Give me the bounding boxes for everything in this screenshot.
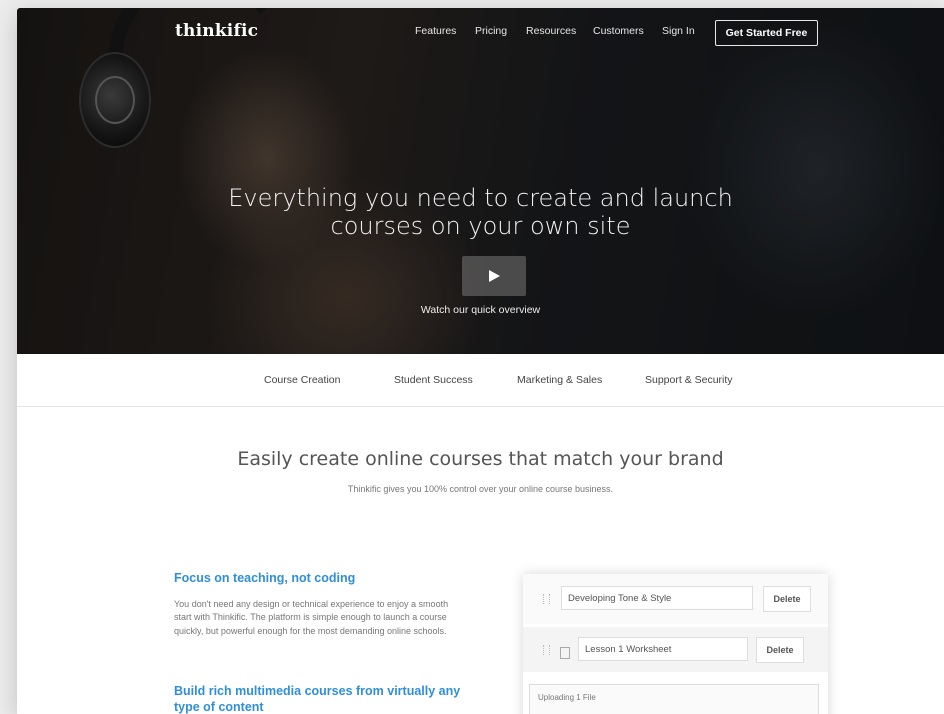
tab-course-creation[interactable]: Course Creation bbox=[264, 374, 340, 386]
delete-button[interactable]: Delete bbox=[756, 637, 804, 663]
upload-dropzone[interactable]: Uploading 1 File bbox=[529, 684, 819, 714]
headphone-graphic bbox=[79, 52, 151, 148]
headphone-ring bbox=[95, 76, 135, 124]
lesson-title-field[interactable]: Developing Tone & Style bbox=[561, 586, 753, 610]
get-started-free-button[interactable]: Get Started Free bbox=[715, 20, 818, 46]
lesson-title-field[interactable]: Lesson 1 Worksheet bbox=[578, 637, 748, 661]
nav-customers[interactable]: Customers bbox=[593, 25, 644, 37]
section-title: Easily create online courses that match … bbox=[237, 448, 724, 470]
thinkific-logo[interactable]: thinkific bbox=[175, 21, 258, 41]
drag-handle-icon[interactable] bbox=[543, 645, 550, 655]
drag-handle-icon[interactable] bbox=[543, 594, 550, 604]
course-editor-preview: Developing Tone & Style Delete Lesson 1 … bbox=[523, 574, 828, 714]
nav-resources[interactable]: Resources bbox=[526, 25, 576, 37]
feature-body-teaching: You don't need any design or technical e… bbox=[174, 599, 449, 636]
feature-heading-multimedia: Build rich multimedia courses from virtu… bbox=[174, 684, 461, 714]
nav-pricing[interactable]: Pricing bbox=[475, 25, 507, 37]
delete-button[interactable]: Delete bbox=[763, 586, 811, 612]
watch-overview-link[interactable]: Watch our quick overview bbox=[17, 304, 944, 316]
hero-title: Everything you need to create and launch… bbox=[228, 184, 733, 240]
nav-sign-in[interactable]: Sign In bbox=[662, 25, 695, 37]
upload-status: Uploading 1 File bbox=[538, 693, 596, 702]
file-icon bbox=[560, 647, 570, 659]
nav-features[interactable]: Features bbox=[415, 25, 456, 37]
feature-heading-teaching: Focus on teaching, not coding bbox=[174, 571, 356, 585]
tab-marketing-sales[interactable]: Marketing & Sales bbox=[517, 374, 602, 386]
tab-support-security[interactable]: Support & Security bbox=[645, 374, 733, 386]
lesson-row: Lesson 1 Worksheet Delete bbox=[523, 627, 828, 672]
hero-section: thinkific Features Pricing Resources Cus… bbox=[17, 8, 944, 354]
section-subtitle: Thinkific gives you 100% control over yo… bbox=[347, 484, 614, 494]
play-icon bbox=[489, 270, 500, 282]
page: thinkific Features Pricing Resources Cus… bbox=[17, 8, 944, 714]
feature-tabs: Course Creation Student Success Marketin… bbox=[17, 354, 944, 407]
lesson-row: Developing Tone & Style Delete bbox=[523, 574, 828, 624]
tab-student-success[interactable]: Student Success bbox=[394, 374, 473, 386]
play-video-button[interactable] bbox=[462, 256, 526, 296]
